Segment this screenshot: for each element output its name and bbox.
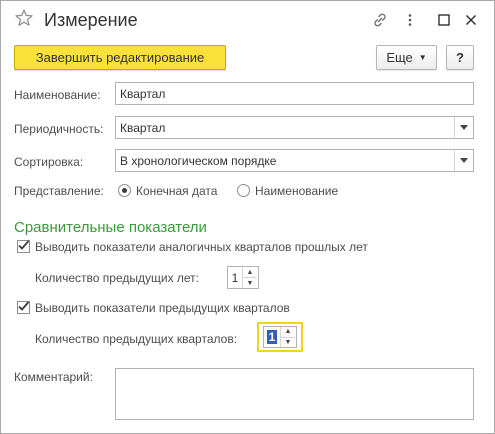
prev-years-count-stepper[interactable]: 1 ▲ ▼	[227, 266, 259, 289]
periodicity-select-value: Квартал	[120, 120, 166, 135]
representation-label: Представление:	[14, 184, 104, 198]
close-icon[interactable]	[463, 12, 479, 28]
checkmark-icon	[18, 240, 30, 250]
star-icon[interactable]	[14, 8, 34, 28]
stepper-down-icon[interactable]: ▼	[243, 278, 257, 288]
chevron-down-icon[interactable]	[454, 150, 473, 171]
prev-years-count-value: 1	[231, 270, 239, 285]
window-title: Измерение	[44, 10, 138, 30]
checkbox-prev-quarters[interactable]	[17, 301, 30, 314]
comment-label: Комментарий:	[14, 370, 93, 384]
section-title: Сравнительные показатели	[14, 219, 207, 236]
checkmark-icon	[18, 301, 30, 311]
prev-quarters-count-label: Количество предыдущих кварталов:	[35, 332, 238, 346]
dialog-window: Измерение Завершить редактирование Еще ▼…	[0, 0, 495, 434]
periodicity-label: Периодичность:	[14, 122, 104, 136]
sort-label: Сортировка:	[14, 155, 84, 169]
finish-editing-button[interactable]: Завершить редактирование	[14, 45, 226, 70]
stepper-up-icon[interactable]: ▲	[281, 327, 295, 338]
prev-quarters-count-stepper[interactable]: 1 ▲ ▼	[263, 326, 297, 348]
name-input[interactable]: Квартал	[115, 82, 474, 105]
name-label: Наименование:	[14, 88, 101, 102]
checkbox-prev-years-label: Выводить показатели аналогичных квартало…	[35, 240, 368, 254]
more-button-label: Еще	[386, 50, 413, 65]
stepper-down-icon[interactable]: ▼	[281, 338, 295, 348]
prev-quarters-count-value: 1	[266, 330, 278, 344]
chevron-down-icon: ▼	[418, 53, 427, 62]
name-input-value: Квартал	[120, 86, 166, 101]
title-bar: Измерение	[1, 1, 494, 39]
prev-years-count-label: Количество предыдущих лет:	[35, 271, 200, 285]
checkbox-prev-years[interactable]	[17, 240, 30, 253]
more-vertical-icon[interactable]	[402, 12, 418, 28]
radio-name[interactable]	[237, 184, 250, 197]
radio-end-date-label: Конечная дата	[136, 184, 218, 198]
stepper-up-icon[interactable]: ▲	[243, 267, 257, 278]
link-icon[interactable]	[372, 12, 388, 28]
checkbox-prev-quarters-label: Выводить показатели предыдущих кварталов	[35, 301, 290, 315]
maximize-icon[interactable]	[436, 12, 452, 28]
periodicity-select[interactable]: Квартал	[115, 116, 474, 139]
comment-textarea[interactable]	[115, 368, 474, 420]
chevron-down-icon[interactable]	[454, 117, 473, 138]
radio-end-date[interactable]	[118, 184, 131, 197]
sort-select-value: В хронологическом порядке	[120, 153, 277, 168]
radio-name-label: Наименование	[255, 184, 339, 198]
sort-select[interactable]: В хронологическом порядке	[115, 149, 474, 172]
help-button[interactable]: ?	[446, 45, 474, 70]
more-button[interactable]: Еще ▼	[376, 45, 437, 70]
